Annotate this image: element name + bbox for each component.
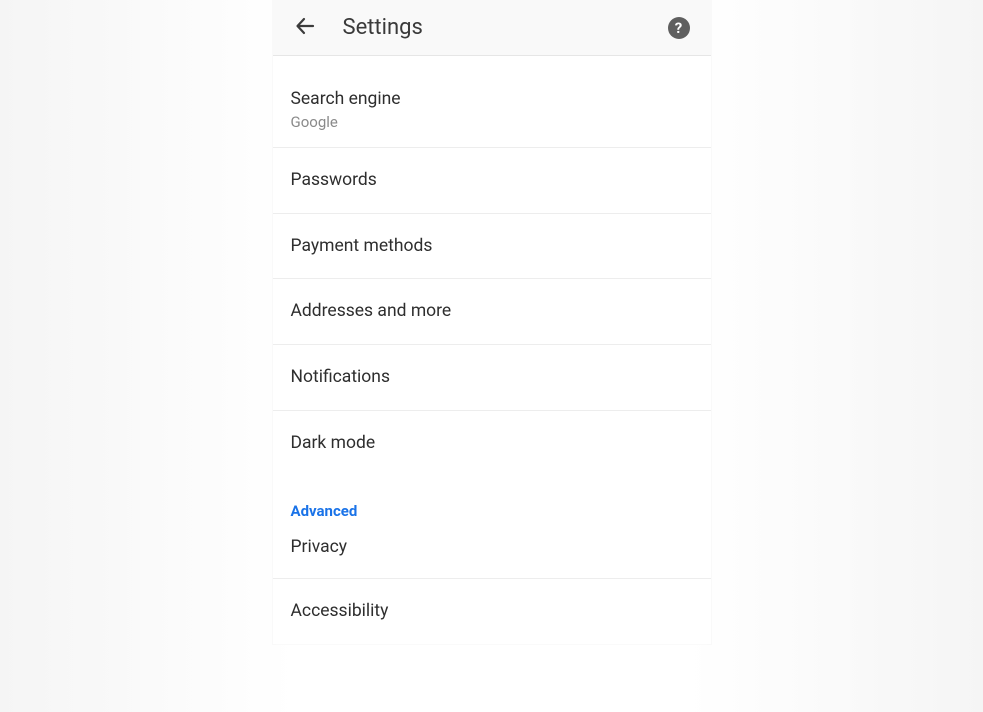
item-subtitle: Google xyxy=(291,113,693,131)
settings-item-privacy[interactable]: Privacy xyxy=(273,524,711,580)
settings-item-dark-mode[interactable]: Dark mode xyxy=(273,411,711,476)
item-title: Passwords xyxy=(291,169,693,192)
help-button[interactable]: ? xyxy=(661,10,697,46)
item-title: Notifications xyxy=(291,366,693,389)
settings-item-passwords[interactable]: Passwords xyxy=(273,148,711,214)
settings-item-addresses[interactable]: Addresses and more xyxy=(273,279,711,345)
section-header-advanced: Advanced xyxy=(273,476,711,524)
help-icon: ? xyxy=(668,17,690,39)
item-title: Addresses and more xyxy=(291,300,693,323)
arrow-left-icon xyxy=(293,14,317,42)
back-button[interactable] xyxy=(285,8,325,48)
settings-list: Search engine Google Passwords Payment m… xyxy=(273,56,711,644)
settings-item-accessibility[interactable]: Accessibility xyxy=(273,579,711,644)
settings-item-search-engine[interactable]: Search engine Google xyxy=(273,64,711,148)
settings-item-payment-methods[interactable]: Payment methods xyxy=(273,214,711,280)
settings-panel: Settings ? Search engine Google Password… xyxy=(273,0,711,644)
item-title: Privacy xyxy=(291,536,693,559)
item-title: Payment methods xyxy=(291,235,693,258)
app-bar: Settings ? xyxy=(273,0,711,56)
item-title: Search engine xyxy=(291,88,693,111)
item-title: Accessibility xyxy=(291,600,693,623)
settings-item-notifications[interactable]: Notifications xyxy=(273,345,711,411)
page-title: Settings xyxy=(343,15,661,40)
item-title: Dark mode xyxy=(291,432,693,455)
